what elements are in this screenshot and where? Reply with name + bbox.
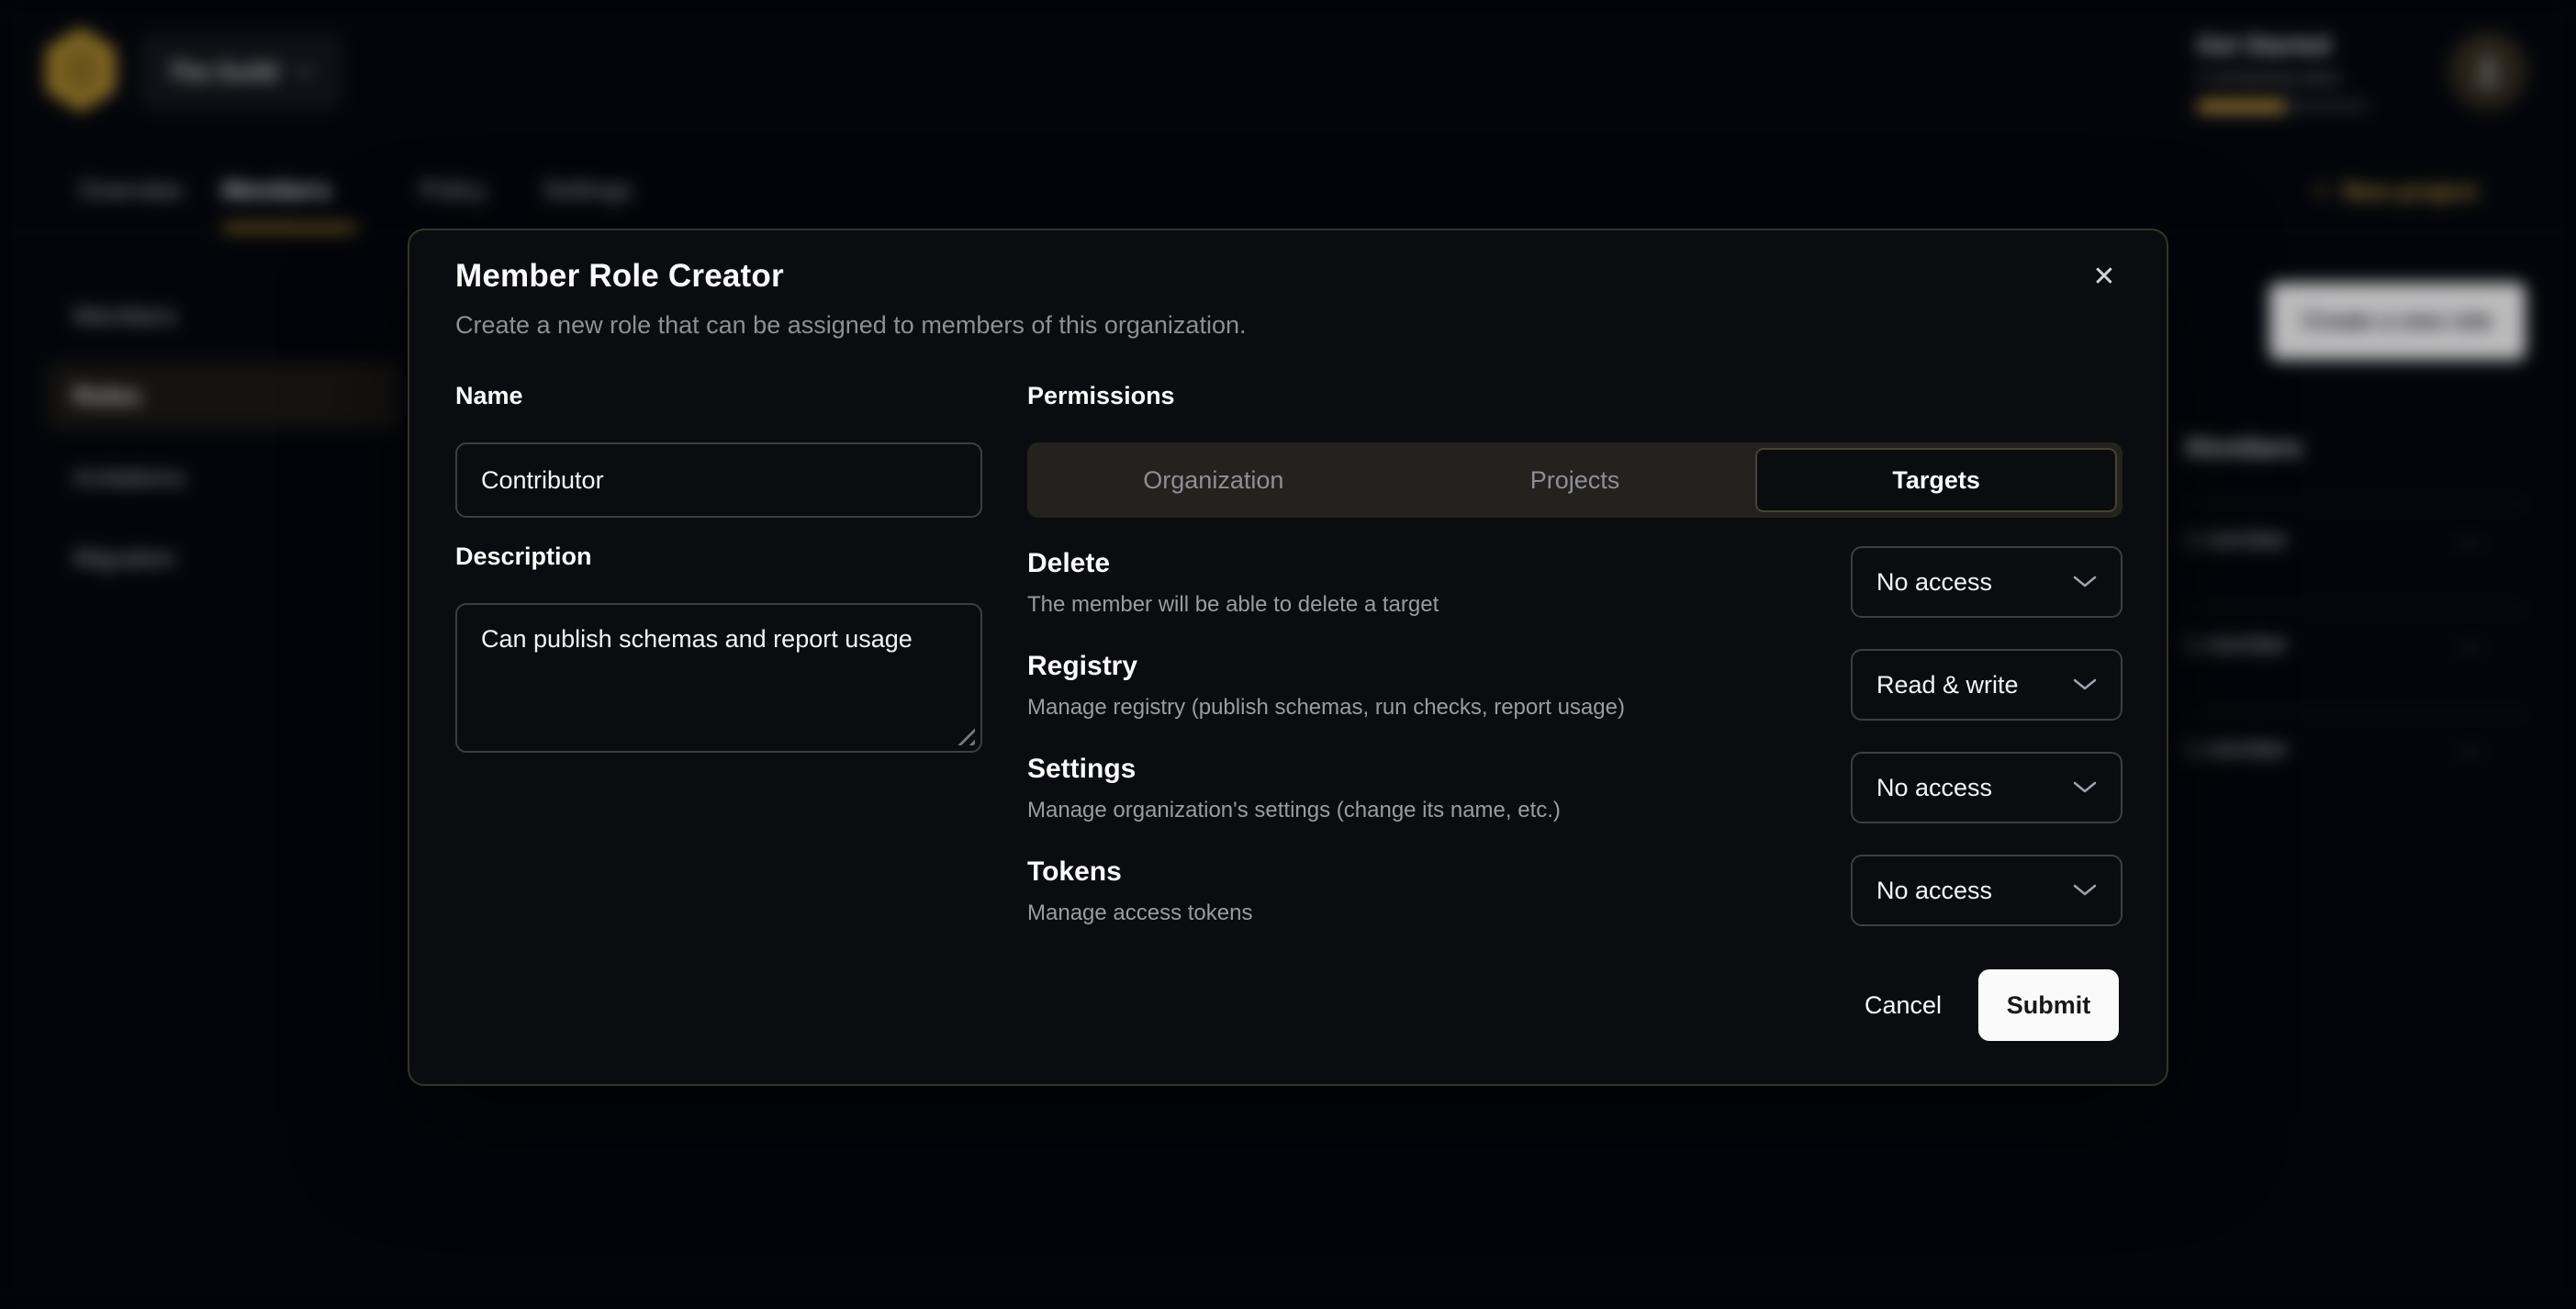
- chevron-down-icon: [2073, 576, 2097, 588]
- app-root: The Guild Get Started 4 remaining tasks …: [0, 0, 2576, 1309]
- tokens-access-select[interactable]: No access: [1851, 855, 2122, 926]
- tab-targets[interactable]: Targets: [1755, 448, 2117, 512]
- select-value: No access: [1876, 568, 1992, 597]
- permission-title: Delete: [1027, 548, 1110, 579]
- permission-title: Settings: [1027, 754, 1136, 785]
- permission-row-settings: Settings Manage organization's settings …: [455, 752, 2122, 825]
- settings-access-select[interactable]: No access: [1851, 752, 2122, 823]
- permission-description: Manage registry (publish schemas, run ch…: [1027, 695, 1625, 721]
- select-value: No access: [1876, 774, 1992, 802]
- permissions-tabs: Organization Projects Targets: [1027, 442, 2122, 518]
- submit-button[interactable]: Submit: [1978, 969, 2119, 1041]
- chevron-down-icon: [2073, 678, 2097, 691]
- permission-title: Registry: [1027, 651, 1137, 682]
- dialog-title: Member Role Creator: [455, 258, 784, 295]
- close-icon[interactable]: ✕: [2084, 256, 2124, 296]
- dialog-actions: Cancel Submit: [1865, 969, 2119, 1041]
- permission-row-tokens: Tokens Manage access tokens No access: [455, 855, 2122, 928]
- member-role-creator-dialog: ✕ Member Role Creator Create a new role …: [408, 229, 2168, 1086]
- chevron-down-icon: [2073, 781, 2097, 794]
- select-value: No access: [1876, 877, 1992, 905]
- delete-access-select[interactable]: No access: [1851, 546, 2122, 618]
- select-value: Read & write: [1876, 671, 2019, 699]
- permission-row-delete: Delete The member will be able to delete…: [455, 546, 2122, 620]
- chevron-down-icon: [2073, 884, 2097, 897]
- name-label: Name: [455, 382, 523, 410]
- permission-title: Tokens: [1027, 856, 1122, 888]
- permission-description: The member will be able to delete a targ…: [1027, 592, 1439, 618]
- dialog-subtitle: Create a new role that can be assigned t…: [455, 311, 1246, 340]
- permission-description: Manage organization's settings (change i…: [1027, 798, 1561, 823]
- role-name-input[interactable]: [455, 442, 982, 518]
- cancel-button[interactable]: Cancel: [1865, 991, 1942, 1020]
- tab-projects[interactable]: Projects: [1394, 448, 1756, 512]
- tab-organization[interactable]: Organization: [1033, 448, 1394, 512]
- registry-access-select[interactable]: Read & write: [1851, 649, 2122, 721]
- permission-description: Manage access tokens: [1027, 901, 1252, 926]
- permissions-label: Permissions: [1027, 382, 1175, 410]
- permission-row-registry: Registry Manage registry (publish schema…: [455, 649, 2122, 722]
